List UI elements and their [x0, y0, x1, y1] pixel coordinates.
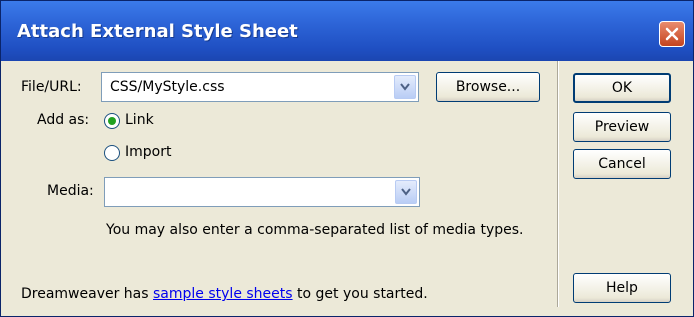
close-button[interactable] — [659, 21, 685, 47]
media-hint: You may also enter a comma-separated lis… — [106, 222, 524, 238]
browse-button[interactable]: Browse... — [436, 72, 540, 102]
attach-style-sheet-dialog: Attach External Style Sheet File/URL: CS… — [0, 0, 694, 317]
file-url-combobox[interactable]: CSS/MyStyle.css — [101, 72, 419, 102]
file-url-label: File/URL: — [21, 79, 82, 95]
link-radio-label[interactable]: Link — [125, 112, 154, 128]
footer-prefix: Dreamweaver has — [21, 286, 149, 302]
footer-text: Dreamweaver has sample style sheets to g… — [21, 286, 428, 302]
radio-selected-dot — [108, 117, 116, 125]
import-radio[interactable] — [104, 145, 120, 161]
link-radio[interactable] — [104, 113, 120, 129]
chevron-down-icon — [400, 83, 410, 91]
help-button[interactable]: Help — [573, 273, 671, 303]
dialog-title: Attach External Style Sheet — [17, 21, 298, 42]
close-icon — [665, 27, 679, 41]
title-bar[interactable]: Attach External Style Sheet — [1, 1, 693, 61]
chevron-down-icon — [401, 188, 411, 196]
ok-button[interactable]: OK — [573, 73, 671, 103]
preview-button[interactable]: Preview — [573, 112, 671, 142]
media-dropdown-button[interactable] — [395, 180, 417, 204]
import-radio-label[interactable]: Import — [125, 144, 171, 160]
cancel-button[interactable]: Cancel — [573, 149, 671, 179]
media-combobox[interactable] — [104, 177, 420, 207]
sample-style-sheets-link[interactable]: sample style sheets — [153, 286, 293, 302]
footer-suffix: to get you started. — [297, 286, 428, 302]
media-label: Media: — [47, 183, 94, 199]
add-as-label: Add as: — [37, 112, 90, 128]
file-url-value: CSS/MyStyle.css — [110, 79, 225, 95]
file-url-dropdown-button[interactable] — [394, 75, 416, 99]
vertical-divider — [557, 61, 559, 307]
